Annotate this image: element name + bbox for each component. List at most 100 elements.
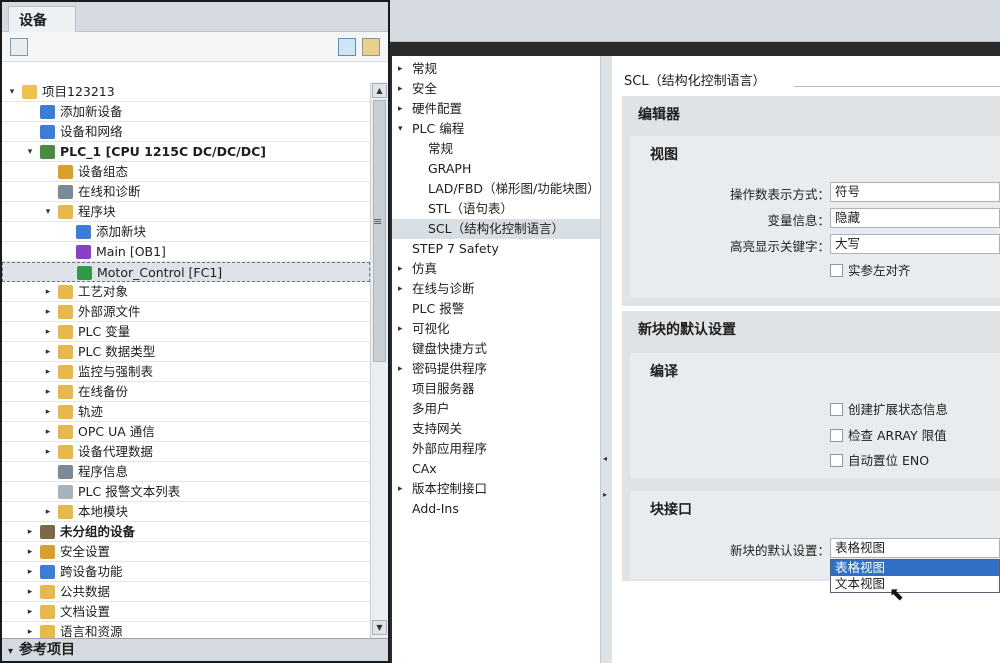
collapsed-arrow-icon[interactable]: ▸ [24, 562, 36, 582]
collapsed-arrow-icon[interactable]: ▸ [42, 382, 54, 402]
collapsed-arrow-icon[interactable]: ▸ [42, 442, 54, 462]
nav-item[interactable]: STEP 7 Safety [392, 239, 600, 259]
collapsed-arrow-icon[interactable]: ▸ [42, 402, 54, 422]
highlight-keywords-select[interactable]: 大写 [830, 234, 1000, 254]
tree-item[interactable]: ▾ 项目123213 [2, 82, 370, 102]
nav-item[interactable]: ▸ 安全 [392, 79, 600, 99]
collapsed-arrow-icon[interactable]: ▸ [24, 542, 36, 562]
scroll-up-button[interactable]: ▲ [372, 83, 387, 98]
expand-right-icon[interactable]: ▸ [603, 490, 607, 499]
array-limits-row[interactable]: 检查 ARRAY 限值 [830, 425, 947, 444]
iface-default-select[interactable]: 表格视图 [830, 538, 1000, 558]
tree-item[interactable]: 在线和诊断 [2, 182, 370, 202]
tree-item[interactable]: ▸ 外部源文件 [2, 302, 370, 322]
ext-status-row[interactable]: 创建扩展状态信息 [830, 399, 948, 418]
tree-view-icon[interactable] [10, 38, 28, 56]
expanded-arrow-icon[interactable]: ▾ [6, 82, 18, 102]
expanded-arrow-icon[interactable]: ▾ [398, 119, 403, 139]
tree-item[interactable]: ▸ 安全设置 [2, 542, 370, 562]
tree-item[interactable]: 添加新块 [2, 222, 370, 242]
tree-item[interactable]: Main [OB1] [2, 242, 370, 262]
collapsed-arrow-icon[interactable]: ▸ [398, 279, 403, 299]
nav-item[interactable]: CAx [392, 459, 600, 479]
expanded-arrow-icon[interactable]: ▾ [24, 142, 36, 162]
tree-item[interactable]: Motor_Control [FC1] [2, 262, 370, 282]
nav-item[interactable]: ▸ 仿真 [392, 259, 600, 279]
tree-item[interactable]: ▸ 工艺对象 [2, 282, 370, 302]
collapsed-arrow-icon[interactable]: ▸ [42, 362, 54, 382]
dropdown-option-table-view[interactable]: 表格视图 [831, 560, 999, 576]
collapsed-arrow-icon[interactable]: ▸ [42, 302, 54, 322]
scroll-thumb[interactable] [373, 100, 386, 362]
ext-status-checkbox[interactable] [830, 403, 843, 416]
nav-item[interactable]: 外部应用程序 [392, 439, 600, 459]
add-new-icon[interactable] [362, 38, 380, 56]
overview-icon[interactable] [338, 38, 356, 56]
nav-item[interactable]: ▸ 硬件配置 [392, 99, 600, 119]
tree-item[interactable]: ▸ 文档设置 [2, 602, 370, 622]
varinfo-select[interactable]: 隐藏 [830, 208, 1000, 228]
collapsed-arrow-icon[interactable]: ▸ [42, 282, 54, 302]
collapsed-arrow-icon[interactable]: ▸ [398, 479, 403, 499]
reference-projects-bar[interactable]: ▾ 参考项目 [2, 638, 388, 661]
tab-devices[interactable]: 设备 [8, 6, 76, 33]
tree-item[interactable]: ▸ 公共数据 [2, 582, 370, 602]
nav-item[interactable]: 键盘快捷方式 [392, 339, 600, 359]
tree-item[interactable]: 添加新设备 [2, 102, 370, 122]
tree-item[interactable]: 程序信息 [2, 462, 370, 482]
collapsed-arrow-icon[interactable]: ▸ [42, 322, 54, 342]
tree-item[interactable]: ▸ 本地模块 [2, 502, 370, 522]
nav-item[interactable]: 支持网关 [392, 419, 600, 439]
nav-splitter[interactable]: ◂ ▸ [600, 56, 612, 663]
collapsed-arrow-icon[interactable]: ▸ [42, 422, 54, 442]
nav-item[interactable]: ▾ PLC 编程 [392, 119, 600, 139]
nav-item[interactable]: ▸ 版本控制接口 [392, 479, 600, 499]
nav-item[interactable]: SCL（结构化控制语言） [392, 219, 600, 239]
nav-item[interactable]: 常规 [392, 139, 600, 159]
auto-eno-row[interactable]: 自动置位 ENO [830, 450, 929, 469]
scroll-down-button[interactable]: ▼ [372, 620, 387, 635]
tree-item[interactable]: ▾ PLC_1 [CPU 1215C DC/DC/DC] [2, 142, 370, 162]
collapsed-arrow-icon[interactable]: ▸ [398, 99, 403, 119]
collapsed-arrow-icon[interactable]: ▸ [24, 622, 36, 638]
collapsed-arrow-icon[interactable]: ▸ [398, 359, 403, 379]
tree-item[interactable]: ▸ 未分组的设备 [2, 522, 370, 542]
indent-checkbox-row[interactable]: 实参左对齐 [830, 260, 911, 279]
collapsed-arrow-icon[interactable]: ▸ [398, 319, 403, 339]
tree-item[interactable]: ▸ PLC 变量 [2, 322, 370, 342]
nav-item[interactable]: PLC 报警 [392, 299, 600, 319]
auto-eno-checkbox[interactable] [830, 454, 843, 467]
tree-scrollbar[interactable]: ▲ ≡ ▼ [370, 82, 388, 638]
tree-item[interactable]: 设备和网络 [2, 122, 370, 142]
tree-item[interactable]: ▸ 设备代理数据 [2, 442, 370, 462]
tree-item[interactable]: 设备组态 [2, 162, 370, 182]
tree-item[interactable]: ▸ PLC 数据类型 [2, 342, 370, 362]
nav-item[interactable]: LAD/FBD（梯形图/功能块图） [392, 179, 600, 199]
nav-item[interactable]: 项目服务器 [392, 379, 600, 399]
tree-item[interactable]: ▸ OPC UA 通信 [2, 422, 370, 442]
indent-checkbox[interactable] [830, 264, 843, 277]
nav-item[interactable]: ▸ 密码提供程序 [392, 359, 600, 379]
tree-item[interactable]: ▸ 监控与强制表 [2, 362, 370, 382]
operand-select[interactable]: 符号 [830, 182, 1000, 202]
tree-item[interactable]: ▸ 在线备份 [2, 382, 370, 402]
nav-item[interactable]: GRAPH [392, 159, 600, 179]
nav-item[interactable]: ▸ 常规 [392, 59, 600, 79]
dropdown-option-text-view[interactable]: 文本视图 [831, 576, 999, 592]
collapsed-arrow-icon[interactable]: ▸ [398, 79, 403, 99]
nav-item[interactable]: Add-Ins [392, 499, 600, 519]
collapsed-arrow-icon[interactable]: ▸ [398, 59, 403, 79]
nav-item[interactable]: STL（语句表） [392, 199, 600, 219]
tree-item[interactable]: ▸ 轨迹 [2, 402, 370, 422]
tree-item[interactable]: ▸ 跨设备功能 [2, 562, 370, 582]
nav-item[interactable]: 多用户 [392, 399, 600, 419]
tree-item[interactable]: PLC 报警文本列表 [2, 482, 370, 502]
nav-item[interactable]: ▸ 在线与诊断 [392, 279, 600, 299]
chevron-down-icon[interactable]: ▾ [8, 646, 13, 657]
tree-item[interactable]: ▾ 程序块 [2, 202, 370, 222]
collapse-left-icon[interactable]: ◂ [603, 454, 607, 463]
collapsed-arrow-icon[interactable]: ▸ [398, 259, 403, 279]
array-limits-checkbox[interactable] [830, 429, 843, 442]
collapsed-arrow-icon[interactable]: ▸ [42, 342, 54, 362]
expanded-arrow-icon[interactable]: ▾ [42, 202, 54, 222]
